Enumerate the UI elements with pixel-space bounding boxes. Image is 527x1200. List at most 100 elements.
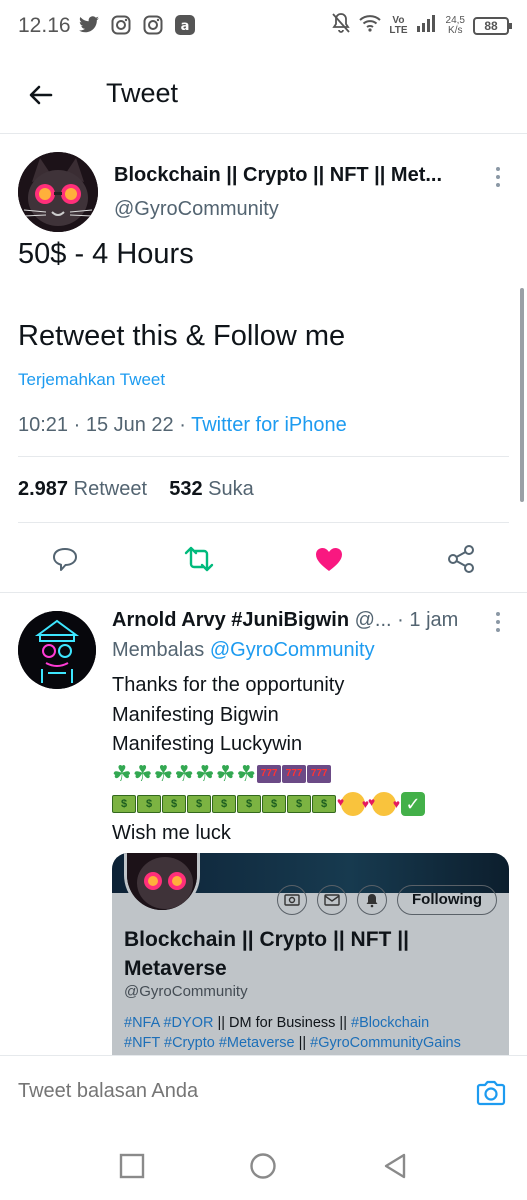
reply-text-line: Thanks for the opportunity [112, 674, 345, 696]
dollar-banknote-icon: $ [187, 794, 211, 813]
reply-time: · 1 jam [397, 609, 459, 631]
reply-author-name[interactable]: Arnold Arvy #JuniBigwin [112, 609, 349, 631]
four-leaf-clover-icon: ☘ [236, 761, 257, 787]
check-mark-button-icon: ✓ [401, 791, 425, 816]
back-nav-icon[interactable] [380, 1151, 410, 1181]
reply-text-line: Manifesting Bigwin [112, 703, 279, 726]
bio-hashtag: #GyroCommunityGains [310, 1035, 461, 1051]
tweet-actions [0, 538, 527, 588]
bio-hashtags: #NFT #Crypto #Metaverse [124, 1035, 295, 1051]
instagram-icon-2 [142, 14, 164, 36]
back-arrow-icon[interactable] [24, 78, 58, 112]
mute-bell-icon [331, 12, 351, 39]
tweet-stats: 2.987 Retweet 532 Suka [18, 478, 254, 501]
tweet-source-link[interactable]: Twitter for iPhone [191, 414, 347, 436]
like-count: 532 [169, 478, 203, 500]
twitter-bird-icon [78, 14, 100, 36]
dollar-banknote-icon: $ [262, 794, 286, 813]
replying-to: Membalas @GyroCommunity [112, 639, 375, 662]
camera-icon[interactable] [474, 1076, 508, 1110]
avatar[interactable] [18, 152, 98, 232]
status-bar: 12.16 a Vo LTE 24,5 K/s 88 [0, 0, 527, 56]
status-system-icons: Vo LTE 24,5 K/s 88 [331, 12, 512, 39]
like-label: Suka [208, 478, 254, 500]
following-button: Following [397, 885, 497, 915]
emoji-row-money: $ $ $ $ $ $ $ $ $ ✓ [112, 788, 425, 820]
reply-header: Arnold Arvy #JuniBigwin @... · 1 jam [112, 609, 492, 632]
retweet-stat[interactable]: 2.987 Retweet [18, 478, 147, 500]
slot-machine-icon: 777 [307, 765, 332, 784]
system-navigation-bar [0, 1131, 527, 1200]
author-name[interactable]: Blockchain || Crypto || NFT || Met... [114, 164, 474, 187]
smiling-face-with-hearts-icon [337, 788, 369, 820]
four-leaf-clover-icon: ☘ [112, 761, 132, 787]
mail-icon [317, 885, 348, 915]
tweet-text-line: 50$ - 4 Hours [18, 238, 194, 270]
like-heart-icon[interactable] [312, 542, 346, 576]
four-leaf-clover-icon: ☘ [215, 761, 236, 787]
embed-avatar [124, 853, 200, 913]
instagram-icon [110, 14, 132, 36]
recent-apps-icon[interactable] [117, 1151, 147, 1181]
app-notification-icon: a [174, 14, 196, 36]
retweet-label: Retweet [73, 478, 147, 500]
reply-text-line: Manifesting Luckywin [112, 733, 303, 755]
dollar-banknote-icon: $ [287, 794, 311, 813]
four-leaf-clover-icon: ☘ [174, 761, 194, 787]
money-icon [277, 885, 308, 915]
embed-profile-name: Blockchain || Crypto || NFT || Metaverse [124, 928, 409, 980]
like-stat[interactable]: 532 Suka [169, 478, 254, 500]
dollar-banknote-icon: $ [162, 794, 186, 813]
network-type-indicator: Vo LTE [389, 15, 408, 36]
embed-profile-bio: #NFA #DYOR || DM for Business || #Blockc… [124, 1013, 504, 1053]
page-title: Tweet [106, 78, 179, 108]
slot-machine-icon: 777 [282, 765, 307, 784]
reply-input[interactable] [18, 1080, 438, 1103]
scrollbar[interactable] [520, 288, 524, 502]
author-handle[interactable]: @GyroCommunity [114, 198, 279, 221]
status-notification-icons: a [78, 14, 196, 36]
translate-tweet-link[interactable]: Terjemahkan Tweet [18, 370, 165, 390]
reply-icon[interactable] [48, 542, 82, 576]
retweet-icon[interactable] [182, 542, 216, 576]
reply-author-handle[interactable]: @... [355, 609, 392, 631]
mention-link[interactable]: @GyroCommunity [210, 639, 375, 661]
dollar-banknote-icon: $ [212, 794, 236, 813]
tweet-timestamp: 10:21 · 15 Jun 22 · [18, 414, 192, 436]
more-options-icon[interactable] [490, 609, 506, 635]
battery-icon: 88 [473, 16, 512, 35]
bio-text: || DM for Business || [213, 1015, 351, 1031]
embed-profile-actions: Following [277, 885, 497, 915]
share-icon[interactable] [444, 542, 478, 576]
embed-profile-handle: @GyroCommunity [124, 983, 248, 1000]
dollar-banknote-icon: $ [112, 794, 136, 813]
four-leaf-clover-icon: ☘ [194, 761, 215, 787]
bio-text: || [294, 1035, 311, 1051]
reply-text-line: Wish me luck [112, 821, 231, 844]
bio-hashtag: #Blockchain [351, 1015, 430, 1031]
smiling-face-with-hearts-icon [368, 788, 400, 820]
wifi-icon [359, 14, 382, 37]
four-leaf-clover-icon: ☘ [132, 761, 153, 787]
bio-hashtags: #NFA #DYOR [124, 1015, 214, 1031]
status-time: 12.16 [18, 14, 71, 37]
notification-bell-icon [357, 885, 388, 915]
emoji-row-clovers-slots: ☘ ☘ ☘ ☘ ☘ ☘ ☘ 777 777 777 [112, 760, 425, 790]
reply-text: Thanks for the opportunity Manifesting B… [112, 671, 425, 848]
dollar-banknote-icon: $ [237, 794, 261, 813]
reply-avatar[interactable] [18, 611, 96, 689]
dollar-banknote-icon: $ [312, 794, 336, 813]
slot-machine-icon: 777 [257, 765, 282, 784]
embedded-image[interactable]: Following Blockchain || Crypto || NFT ||… [112, 853, 509, 1063]
four-leaf-clover-icon: ☘ [153, 761, 174, 787]
divider [18, 522, 509, 523]
more-options-icon[interactable] [490, 164, 506, 190]
home-icon[interactable] [248, 1151, 278, 1181]
divider [18, 456, 509, 457]
network-speed: 24,5 K/s [446, 15, 465, 36]
speed-unit: K/s [448, 24, 463, 36]
tweet-meta: 10:21 · 15 Jun 22 · Twitter for iPhone [18, 414, 347, 437]
app-header: Tweet [0, 56, 527, 134]
divider [0, 592, 527, 593]
network-bottom-label: LTE [389, 24, 408, 36]
